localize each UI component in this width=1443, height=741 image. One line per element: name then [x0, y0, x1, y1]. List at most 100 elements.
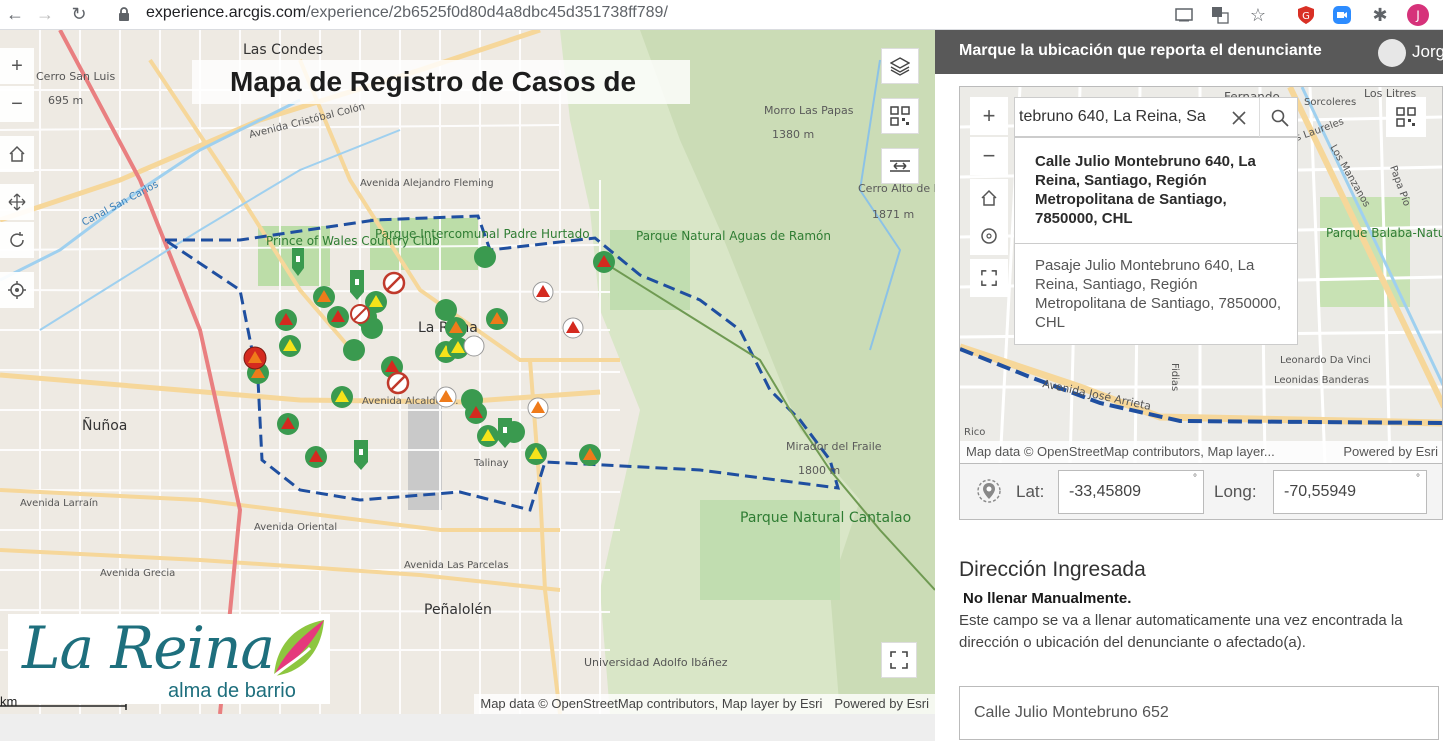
user-name[interactable]: Jorg — [1412, 42, 1443, 62]
zoom-in-button[interactable]: + — [0, 48, 34, 84]
lat-input[interactable]: -33,45809 ° — [1058, 470, 1204, 514]
lat-value: -33,45809 — [1069, 483, 1142, 500]
profile-avatar-icon[interactable]: J — [1406, 3, 1430, 27]
fullscreen-icon — [981, 270, 997, 286]
la-reina-logo: La Reina alma de barrio — [8, 614, 330, 704]
label-nunoa: Ñuñoa — [82, 417, 127, 434]
layers-button[interactable] — [881, 48, 919, 84]
lat-label: Lat: — [1016, 482, 1045, 501]
suggestion-item[interactable]: Calle Julio Montebruno 640, La Reina, Sa… — [1035, 152, 1285, 228]
mini-fullscreen-button[interactable] — [970, 259, 1008, 297]
page-bottom-strip — [0, 714, 935, 741]
crosshair-icon — [981, 228, 997, 244]
zoom-out-button[interactable]: − — [0, 86, 34, 122]
fullscreen-icon — [890, 651, 908, 669]
home-icon — [981, 189, 997, 206]
mini-label-leonardo: Leonardo Da Vinci — [1280, 355, 1371, 366]
label-parque-cantalao: Parque Natural Cantalao — [740, 510, 911, 526]
url-domain: experience.arcgis.com — [146, 4, 307, 21]
shield-extension-icon[interactable]: G — [1294, 3, 1318, 27]
label-universidad: Universidad Adolfo Ibáñez — [584, 656, 728, 669]
label-talinay: Talinay — [473, 458, 509, 469]
main-map[interactable]: Las Condes Cerro San Luis 695 m Morro La… — [0, 30, 935, 714]
lat-degree-symbol: ° — [1193, 473, 1197, 484]
qr-code-button[interactable] — [881, 98, 919, 134]
address-bar[interactable]: experience.arcgis.com/experience/2b6525f… — [146, 4, 668, 22]
move-icon — [8, 193, 26, 211]
field-description: Este campo se va a llenar automaticament… — [959, 612, 1403, 651]
mini-label-parque-balaba: Parque Balaba-Natural San Carlos — [1326, 226, 1443, 240]
back-icon[interactable]: ← — [2, 2, 28, 26]
label-av-oriental: Avenida Oriental — [254, 522, 337, 533]
qr-code-icon — [1396, 107, 1416, 127]
mini-powered-by-esri[interactable]: Powered by Esri — [1343, 444, 1438, 459]
swipe-icon — [890, 160, 910, 172]
fullscreen-button[interactable] — [881, 642, 917, 678]
label-parque-aguas: Parque Natural Aguas de Ramón — [636, 229, 831, 243]
long-degree-symbol: ° — [1416, 473, 1420, 484]
logo-main-text: La Reina — [22, 614, 275, 682]
street-grid — [0, 30, 621, 714]
logo-sub-text: alma de barrio — [168, 680, 296, 702]
mini-zoom-in-button[interactable]: + — [970, 97, 1008, 135]
long-label: Long: — [1214, 482, 1257, 501]
panel-header: Marque la ubicación que reporta el denun… — [935, 30, 1443, 74]
long-input[interactable]: -70,55949 ° — [1273, 470, 1427, 514]
label-morro-alt: 1380 m — [772, 128, 814, 141]
suggestion-item[interactable]: Pasaje Julio Montebruno 640, La Reina, S… — [1035, 256, 1285, 332]
label-cerro-alto-alt: 1871 m — [872, 208, 914, 221]
star-icon[interactable]: ☆ — [1246, 3, 1270, 27]
home-icon — [9, 145, 25, 162]
svg-text:J: J — [1415, 9, 1420, 23]
suggestion-divider — [1015, 243, 1297, 244]
label-av-larrain: Avenida Larraín — [20, 497, 98, 509]
search-button[interactable] — [1259, 98, 1299, 138]
map-attribution: Map data © OpenStreetMap contributors, M… — [474, 694, 935, 714]
search-icon — [1271, 109, 1289, 127]
video-extension-icon[interactable] — [1330, 3, 1354, 27]
label-av-las-parcelas: Avenida Las Parcelas — [404, 560, 509, 571]
mini-label-rico: Rico — [964, 427, 985, 438]
label-mirador-alt: 1800 m — [798, 464, 840, 477]
mini-qr-code-button[interactable] — [1386, 97, 1426, 137]
attribution-text: Map data © OpenStreetMap contributors, M… — [480, 696, 823, 711]
label-morro-las-papas: Morro Las Papas — [764, 104, 854, 117]
location-pin-icon[interactable] — [976, 478, 1002, 504]
section-title-direccion: Dirección Ingresada — [959, 558, 1146, 581]
label-av-alejandro-fleming: Avenida Alejandro Fleming — [360, 178, 494, 189]
mini-zoom-out-button[interactable]: − — [970, 137, 1008, 175]
locate-button[interactable] — [0, 272, 34, 308]
clear-icon[interactable] — [1229, 108, 1249, 128]
powered-by-esri[interactable]: Powered by Esri — [834, 696, 929, 711]
label-cerro-san-luis-alt: 695 m — [48, 94, 83, 107]
mini-label-fidias: Fidias — [1169, 363, 1180, 391]
reload-icon[interactable]: ↻ — [66, 2, 92, 26]
puzzle-extensions-icon[interactable]: ✱ — [1368, 3, 1392, 27]
pan-button[interactable] — [0, 184, 34, 220]
label-las-condes: Las Condes — [243, 42, 323, 58]
address-search[interactable] — [1014, 97, 1299, 138]
cast-icon[interactable] — [1172, 3, 1196, 27]
swipe-button[interactable] — [881, 148, 919, 184]
location-picker-map[interactable]: Fernando Sorcoleres Los Laureles Los Man… — [959, 86, 1443, 464]
translate-icon[interactable] — [1208, 3, 1232, 27]
map-title: Mapa de Registro de Casos de — [192, 60, 690, 104]
mini-home-button[interactable] — [970, 179, 1008, 217]
address-search-input[interactable] — [1019, 106, 1219, 128]
lock-icon[interactable] — [118, 6, 130, 22]
coordinates-bar: Lat: -33,45809 ° Long: -70,55949 ° — [959, 464, 1443, 520]
browser-toolbar: ← → ↻ experience.arcgis.com/experience/2… — [0, 0, 1443, 30]
mini-locate-button[interactable] — [970, 217, 1008, 255]
long-value: -70,55949 — [1284, 483, 1357, 500]
address-field[interactable] — [959, 686, 1439, 740]
manual-warning: No llenar Manualmente. — [963, 590, 1132, 607]
forward-icon[interactable]: → — [32, 2, 58, 26]
crosshair-icon — [8, 281, 26, 299]
qr-code-icon — [890, 106, 910, 126]
home-button[interactable] — [0, 136, 34, 172]
panel-header-text: Marque la ubicación que reporta el denun… — [959, 42, 1322, 59]
label-mirador: Mirador del Fraile — [786, 440, 882, 453]
basemap: Las Condes Cerro San Luis 695 m Morro La… — [0, 30, 935, 714]
rotate-button[interactable] — [0, 222, 34, 258]
user-avatar[interactable] — [1378, 39, 1406, 67]
